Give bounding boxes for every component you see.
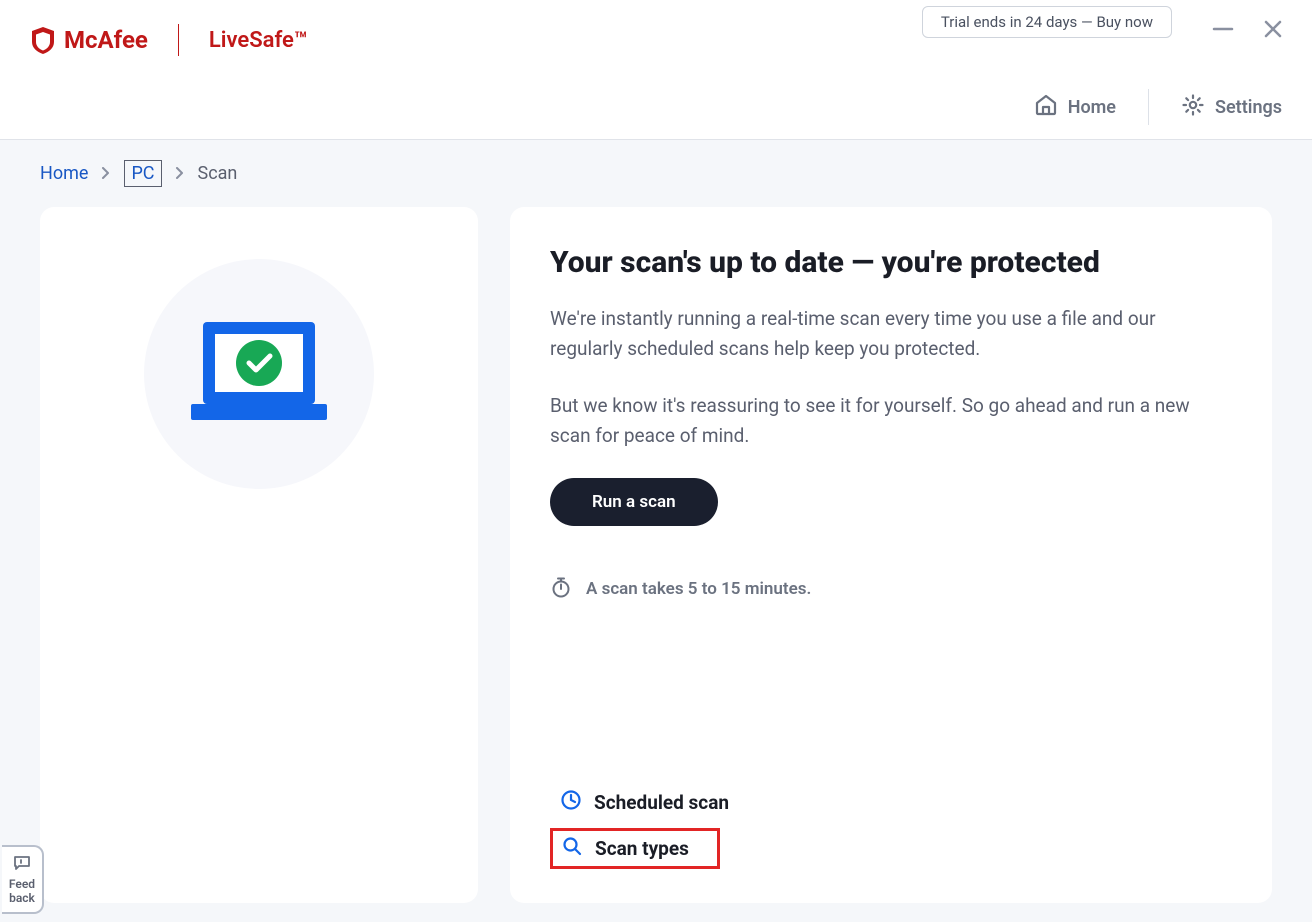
scan-time-note: A scan takes 5 to 15 minutes. [550, 576, 1232, 603]
search-icon [561, 835, 583, 862]
close-button[interactable] [1262, 18, 1284, 44]
nav-settings-label: Settings [1215, 97, 1282, 118]
panel-title: Your scan's up to date — you're protecte… [550, 245, 1232, 280]
nav-settings[interactable]: Settings [1181, 93, 1282, 122]
mcafee-shield-icon [30, 25, 56, 55]
brand-name: McAfee [64, 26, 148, 54]
stopwatch-icon [550, 576, 572, 603]
nav-home-label: Home [1068, 97, 1116, 118]
scheduled-scan-label: Scheduled scan [594, 791, 729, 814]
panel-paragraph-2: But we know it's reassuring to see it fo… [550, 391, 1232, 452]
breadcrumb: Home PC Scan [0, 140, 1312, 207]
panel-paragraph-1: We're instantly running a real-time scan… [550, 304, 1232, 365]
chevron-right-icon [174, 163, 186, 184]
trial-label: Trial ends in 24 days — Buy now [941, 13, 1153, 31]
scan-panel: Your scan's up to date — you're protecte… [510, 207, 1272, 903]
product-name: LiveSafe™ [209, 28, 308, 53]
scan-time-text: A scan takes 5 to 15 minutes. [586, 579, 811, 599]
chevron-right-icon [100, 163, 112, 184]
clock-icon [560, 789, 582, 816]
breadcrumb-current: Scan [198, 163, 238, 184]
home-icon [1034, 93, 1058, 122]
minimize-button[interactable] [1212, 18, 1234, 44]
nav-home[interactable]: Home [1034, 93, 1116, 122]
laptop-protected-icon [179, 312, 339, 436]
breadcrumb-home[interactable]: Home [40, 163, 88, 184]
illustration-circle [144, 259, 374, 489]
main-content: Your scan's up to date — you're protecte… [0, 207, 1312, 903]
logo-section: McAfee LiveSafe™ [30, 24, 308, 56]
mcafee-logo: McAfee [30, 25, 148, 55]
illustration-panel [40, 207, 478, 903]
nav-divider [1148, 89, 1149, 125]
bottom-links: Scheduled scan Scan types [550, 783, 739, 869]
breadcrumb-pc[interactable]: PC [124, 160, 161, 187]
scan-types-label: Scan types [595, 837, 689, 860]
feedback-tab[interactable]: Feed back [2, 845, 44, 914]
feedback-icon [4, 855, 40, 875]
gear-icon [1181, 93, 1205, 122]
scan-types-link[interactable]: Scan types [550, 828, 720, 869]
header-nav: Home Settings [1034, 89, 1282, 125]
window-controls [1212, 18, 1284, 44]
feedback-line2: back [4, 892, 40, 906]
app-header: McAfee LiveSafe™ Trial ends in 24 days —… [0, 0, 1312, 140]
scheduled-scan-link[interactable]: Scheduled scan [550, 783, 739, 822]
trial-badge-button[interactable]: Trial ends in 24 days — Buy now [922, 6, 1172, 38]
brand-divider [178, 24, 179, 56]
feedback-line1: Feed [4, 878, 40, 892]
run-scan-button[interactable]: Run a scan [550, 478, 718, 526]
